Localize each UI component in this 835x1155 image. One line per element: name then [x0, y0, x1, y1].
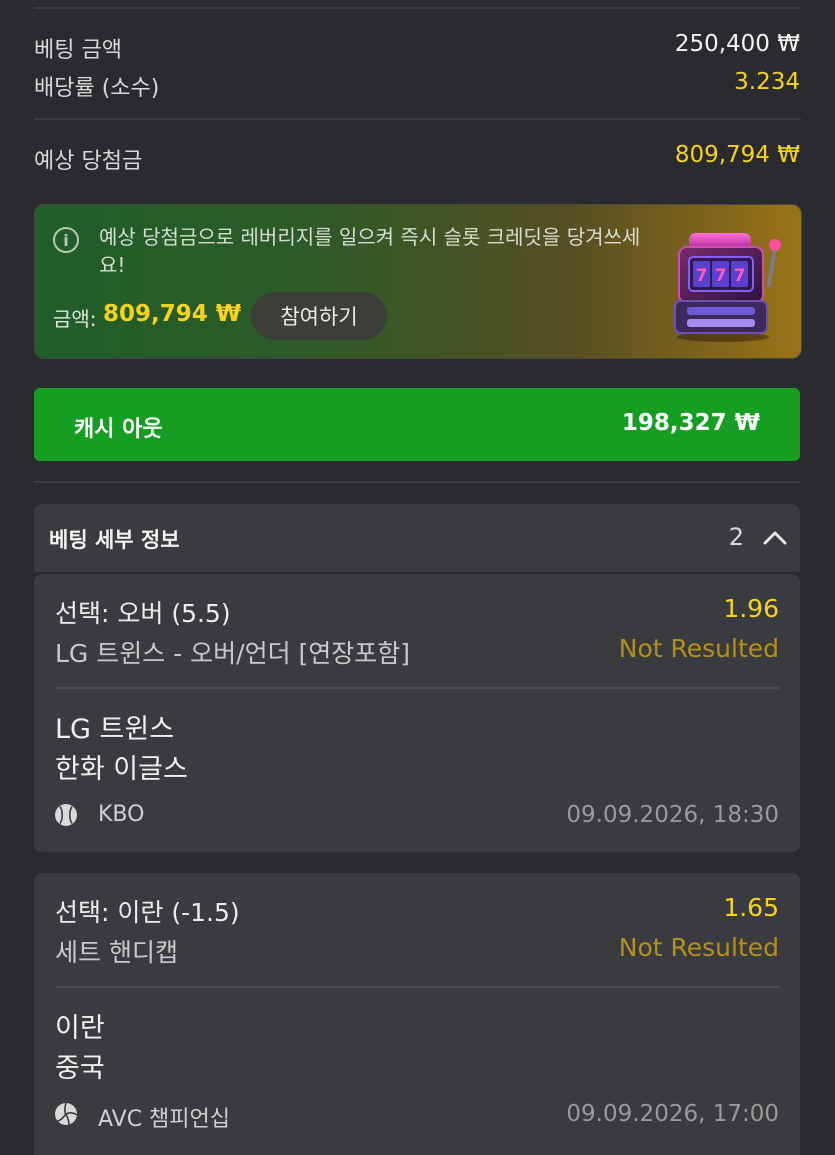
- bet-amount-label: 베팅 금액: [34, 38, 122, 63]
- match-datetime: 09.09.2026, 17:00: [566, 1101, 779, 1127]
- volleyball-icon: [55, 1102, 78, 1126]
- bet-amount-value: 250,400 ₩: [674, 31, 800, 57]
- bet-selection: 선택: 오버 (5.5): [55, 599, 231, 628]
- bet-slip-screen: 베팅 금액 250,400 ₩ 배당률 (소수) 3.234 예상 당첨금 80…: [0, 0, 835, 1155]
- slot-machine-icon: 7 7 7: [674, 233, 781, 342]
- slot-credit-promo-card: i 예상 당첨금으로 레버리지를 일으켜 즉시 슬롯 크레딧을 당겨쓰세요! 금…: [34, 204, 802, 359]
- baseball-icon: [55, 804, 77, 826]
- odds-value: 3.234: [734, 69, 800, 95]
- away-team: 중국: [55, 1053, 105, 1084]
- card-divider: [55, 986, 779, 988]
- bet-selection: 선택: 이란 (-1.5): [55, 898, 240, 927]
- svg-text:7: 7: [734, 266, 746, 286]
- svg-text:7: 7: [696, 266, 708, 286]
- bet-details-header[interactable]: 베팅 세부 정보 2: [34, 504, 800, 572]
- promo-message: 예상 당첨금으로 레버리지를 일으켜 즉시 슬롯 크레딧을 당겨쓰세요!: [99, 225, 641, 277]
- away-team: 한화 이글스: [55, 754, 188, 785]
- bet-market: LG 트윈스 - 오버/언더 [연장포함]: [55, 639, 411, 668]
- promo-amount-value: 809,794 ₩: [103, 301, 242, 327]
- divider: [34, 481, 801, 483]
- match-datetime: 09.09.2026, 18:30: [566, 802, 779, 828]
- home-team: 이란: [55, 1013, 105, 1044]
- bet-status: Not Resulted: [618, 634, 779, 663]
- league-name: KBO: [98, 802, 145, 827]
- bet-details-title: 베팅 세부 정보: [49, 528, 180, 552]
- home-team: LG 트윈스: [55, 714, 175, 745]
- promo-amount-label: 금액:: [53, 307, 97, 331]
- bet-count: 2: [728, 523, 744, 551]
- cashout-label: 캐시 아웃: [74, 417, 163, 442]
- svg-text:7: 7: [715, 266, 727, 286]
- league-name: AVC 챔피언십: [98, 1107, 231, 1132]
- bet-odds: 1.65: [723, 893, 779, 922]
- bet-odds: 1.96: [723, 594, 779, 623]
- bet-card: 선택: 오버 (5.5) 1.96 LG 트윈스 - 오버/언더 [연장포함] …: [34, 574, 800, 852]
- expected-win-value: 809,794 ₩: [674, 142, 800, 168]
- bet-card: 선택: 이란 (-1.5) 1.65 세트 핸디캡 Not Resulted 이…: [34, 873, 800, 1155]
- chevron-up-icon[interactable]: [762, 526, 788, 548]
- cashout-button[interactable]: 캐시 아웃 198,327 ₩: [34, 388, 800, 461]
- info-circle-icon: i: [53, 227, 79, 253]
- cashout-value: 198,327 ₩: [621, 410, 760, 436]
- card-divider: [55, 687, 779, 689]
- bet-status: Not Resulted: [618, 933, 779, 962]
- divider: [34, 118, 801, 120]
- divider: [34, 7, 801, 9]
- join-button[interactable]: 참여하기: [251, 292, 387, 340]
- expected-win-label: 예상 당첨금: [34, 149, 143, 174]
- odds-label: 배당률 (소수): [34, 76, 160, 101]
- bet-market: 세트 핸디캡: [55, 938, 178, 967]
